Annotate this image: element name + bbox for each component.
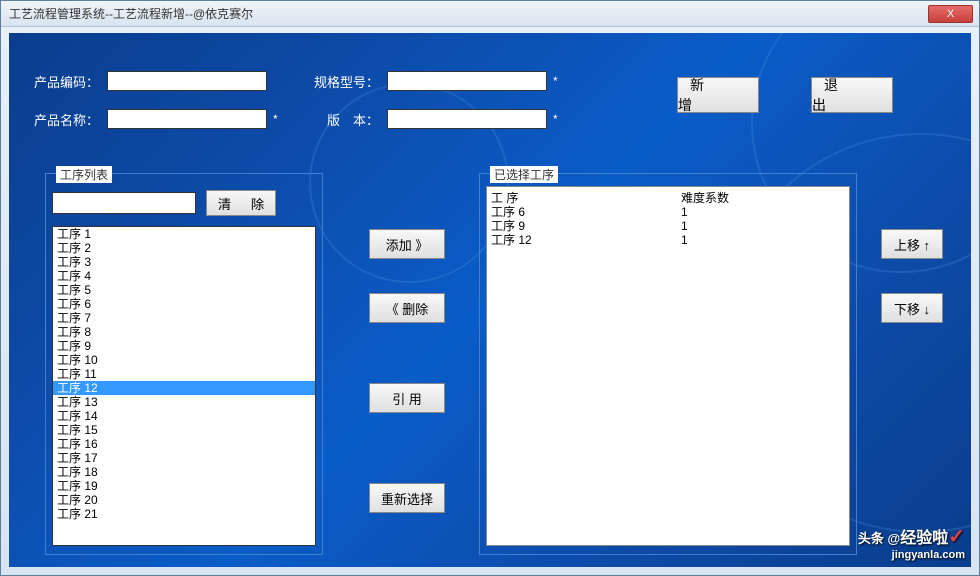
filter-input[interactable] xyxy=(52,192,196,214)
form-row-spec: 规格型号： * xyxy=(309,71,558,91)
list-item[interactable]: 工序 5 xyxy=(53,283,315,297)
required-star: * xyxy=(553,112,558,126)
list-item[interactable]: 工序 3 xyxy=(53,255,315,269)
product-name-input[interactable] xyxy=(107,109,267,129)
selected-list-title: 已选择工序 xyxy=(490,166,558,183)
product-code-input[interactable] xyxy=(107,71,267,91)
close-button[interactable]: X xyxy=(928,5,973,23)
process-list-title: 工序列表 xyxy=(56,166,112,183)
window-title: 工艺流程管理系统--工艺流程新增--@依克赛尔 xyxy=(9,5,253,22)
list-item[interactable]: 工序 2 xyxy=(53,241,315,255)
version-input[interactable] xyxy=(387,109,547,129)
list-item[interactable]: 工序 17 xyxy=(53,451,315,465)
required-star: * xyxy=(273,112,278,126)
titlebar: 工艺流程管理系统--工艺流程新增--@依克赛尔 X xyxy=(1,1,979,27)
list-item[interactable]: 工序 8 xyxy=(53,325,315,339)
process-list-group: 工序列表 清 除 工序 1工序 2工序 3工序 4工序 5工序 6工序 7工序 … xyxy=(45,173,323,555)
add-button[interactable]: 添加 》 xyxy=(369,229,445,259)
list-item[interactable]: 工序 10 xyxy=(53,353,315,367)
move-down-button[interactable]: 下移 ↓ xyxy=(881,293,943,323)
selected-row[interactable]: 工序 91 xyxy=(491,219,845,233)
selected-header: 工 序难度系数 xyxy=(491,191,845,205)
list-item[interactable]: 工序 21 xyxy=(53,507,315,521)
form-row-product-code: 产品编码： xyxy=(29,71,267,91)
selected-row[interactable]: 工序 61 xyxy=(491,205,845,219)
spec-label: 规格型号： xyxy=(309,72,379,91)
reference-button[interactable]: 引 用 xyxy=(369,383,445,413)
selected-row[interactable]: 工序 121 xyxy=(491,233,845,247)
spec-input[interactable] xyxy=(387,71,547,91)
list-item[interactable]: 工序 11 xyxy=(53,367,315,381)
clear-button[interactable]: 清 除 xyxy=(206,190,276,216)
list-item[interactable]: 工序 16 xyxy=(53,437,315,451)
watermark-main: 经验啦 xyxy=(900,530,948,547)
header-col2: 难度系数 xyxy=(681,191,845,205)
main-window: 工艺流程管理系统--工艺流程新增--@依克赛尔 X 产品编码： 规格型号： * … xyxy=(0,0,980,576)
list-item[interactable]: 工序 18 xyxy=(53,465,315,479)
list-item[interactable]: 工序 13 xyxy=(53,395,315,409)
list-item[interactable]: 工序 15 xyxy=(53,423,315,437)
exit-button[interactable]: 退 出 xyxy=(811,77,893,113)
list-item[interactable]: 工序 19 xyxy=(53,479,315,493)
list-item[interactable]: 工序 4 xyxy=(53,269,315,283)
selected-listbox[interactable]: 工 序难度系数工序 61工序 91工序 121 xyxy=(486,186,850,546)
form-row-product-name: 产品名称： * xyxy=(29,109,278,129)
product-name-label: 产品名称： xyxy=(29,110,99,129)
watermark-sub: jingyanla.com xyxy=(858,549,965,561)
watermark-prefix: 头条 @ xyxy=(858,531,900,546)
add-new-button[interactable]: 新 增 xyxy=(677,77,759,113)
form-row-version: 版 本： * xyxy=(309,109,558,129)
list-item[interactable]: 工序 1 xyxy=(53,227,315,241)
version-label: 版 本： xyxy=(309,110,379,129)
required-star: * xyxy=(553,74,558,88)
watermark: 头条 @经验啦✓ jingyanla.com xyxy=(858,524,965,561)
selected-list-group: 已选择工序 工 序难度系数工序 61工序 91工序 121 xyxy=(479,173,857,555)
process-listbox[interactable]: 工序 1工序 2工序 3工序 4工序 5工序 6工序 7工序 8工序 9工序 1… xyxy=(52,226,316,546)
list-item[interactable]: 工序 9 xyxy=(53,339,315,353)
list-item[interactable]: 工序 12 xyxy=(53,381,315,395)
list-item[interactable]: 工序 6 xyxy=(53,297,315,311)
content-area: 产品编码： 规格型号： * 产品名称： * 版 本： * 新 增 退 出 工序列… xyxy=(9,33,971,567)
product-code-label: 产品编码： xyxy=(29,72,99,91)
list-item[interactable]: 工序 20 xyxy=(53,493,315,507)
check-icon: ✓ xyxy=(948,526,965,548)
move-up-button[interactable]: 上移 ↑ xyxy=(881,229,943,259)
remove-button[interactable]: 《 删除 xyxy=(369,293,445,323)
reselect-button[interactable]: 重新选择 xyxy=(369,483,445,513)
header-col1: 工 序 xyxy=(491,191,681,205)
list-item[interactable]: 工序 7 xyxy=(53,311,315,325)
list-item[interactable]: 工序 14 xyxy=(53,409,315,423)
